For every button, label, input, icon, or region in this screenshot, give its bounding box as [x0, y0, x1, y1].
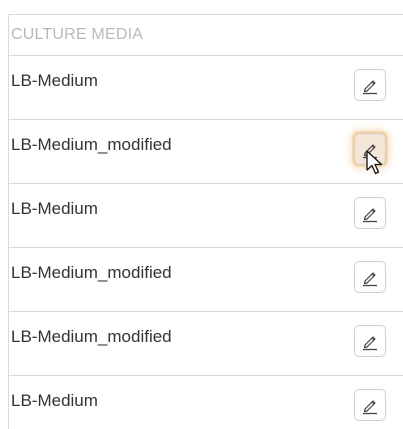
culture-medium-name: LB-Medium_modified [11, 135, 172, 154]
table-row: LB-Medium [9, 184, 403, 248]
pencil-icon [363, 208, 377, 223]
pencil-icon [363, 144, 377, 159]
culture-medium-name: LB-Medium [11, 71, 98, 90]
culture-medium-name: LB-Medium_modified [11, 263, 172, 282]
table-row: LB-Medium_modified [9, 120, 403, 184]
edit-button[interactable] [354, 261, 386, 293]
table-row: LB-Medium [9, 376, 403, 429]
edit-button[interactable] [354, 133, 386, 165]
pencil-icon [363, 272, 377, 287]
culture-medium-name: LB-Medium [11, 391, 98, 410]
table-row: LB-Medium_modified [9, 248, 403, 312]
table-header: CULTURE MEDIA [9, 14, 403, 56]
pencil-icon [363, 400, 377, 415]
pencil-icon [363, 336, 377, 351]
culture-media-table: CULTURE MEDIA LB-Medium LB-Medium_modifi… [8, 14, 403, 429]
edit-button[interactable] [354, 389, 386, 421]
culture-medium-name: LB-Medium [11, 199, 98, 218]
table-row: LB-Medium_modified [9, 312, 403, 376]
pencil-icon [363, 80, 377, 95]
table-row: LB-Medium [9, 56, 403, 120]
edit-button[interactable] [354, 197, 386, 229]
edit-button[interactable] [354, 325, 386, 357]
culture-media-header-label: CULTURE MEDIA [11, 26, 144, 43]
culture-medium-name: LB-Medium_modified [11, 327, 172, 346]
edit-button[interactable] [354, 69, 386, 101]
